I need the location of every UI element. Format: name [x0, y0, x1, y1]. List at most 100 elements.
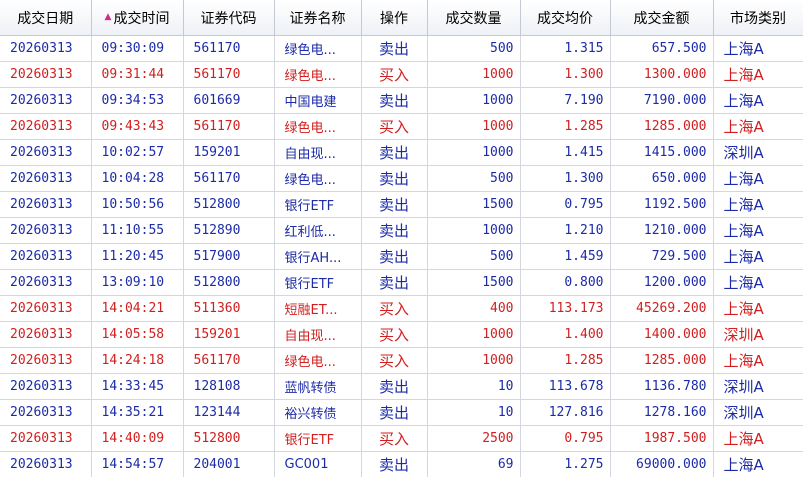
table-body: 20260313 09:30:09 561170 绿色电... 卖出 500 1… [0, 35, 803, 477]
cell-op: 卖出 [361, 165, 428, 192]
cell-code: 512800 [183, 191, 275, 218]
cell-market: 上海A [713, 347, 803, 374]
cell-code: 204001 [183, 451, 275, 477]
cell-market: 上海A [713, 217, 803, 244]
cell-op: 卖出 [361, 35, 428, 62]
header-row: 成交日期 ▲ 成交时间 证券代码 证券名称 操作 成交数量 成交均价 成交金额 市… [0, 0, 803, 36]
cell-code: 123144 [183, 399, 275, 426]
cell-amount: 657.500 [610, 35, 714, 62]
table-row[interactable]: 20260313 10:02:57 159201 自由现... 卖出 1000 … [0, 139, 803, 166]
column-header-qty[interactable]: 成交数量 [427, 0, 521, 36]
table-row[interactable]: 20260313 14:04:21 511360 短融ET... 买入 400 … [0, 295, 803, 322]
cell-date: 20260313 [0, 451, 92, 477]
cell-date: 20260313 [0, 295, 92, 322]
cell-time: 14:04:21 [91, 295, 184, 322]
cell-code: 601669 [183, 87, 275, 114]
cell-op: 买入 [361, 347, 428, 374]
cell-market: 上海A [713, 87, 803, 114]
cell-date: 20260313 [0, 35, 92, 62]
cell-code: 159201 [183, 321, 275, 348]
cell-code: 512800 [183, 425, 275, 452]
cell-price: 1.275 [520, 451, 611, 477]
cell-market: 上海A [713, 425, 803, 452]
column-header-market[interactable]: 市场类别 [713, 0, 803, 36]
table-row[interactable]: 20260313 09:30:09 561170 绿色电... 卖出 500 1… [0, 35, 803, 62]
table-row[interactable]: 20260313 14:24:18 561170 绿色电... 买入 1000 … [0, 347, 803, 374]
table-row[interactable]: 20260313 14:54:57 204001 GC001 卖出 69 1.2… [0, 451, 803, 477]
cell-name: 红利低... [274, 217, 362, 244]
cell-time: 09:34:53 [91, 87, 184, 114]
cell-op: 买入 [361, 113, 428, 140]
column-header-price[interactable]: 成交均价 [520, 0, 611, 36]
table-row[interactable]: 20260313 11:20:45 517900 银行AH... 卖出 500 … [0, 243, 803, 270]
cell-name: 中国电建 [274, 87, 362, 114]
cell-amount: 1200.000 [610, 269, 714, 296]
cell-price: 127.816 [520, 399, 611, 426]
cell-market: 深圳A [713, 139, 803, 166]
cell-market: 深圳A [713, 373, 803, 400]
column-header-name[interactable]: 证券名称 [274, 0, 362, 36]
table-row[interactable]: 20260313 09:34:53 601669 中国电建 卖出 1000 7.… [0, 87, 803, 114]
column-header-label: 操作 [380, 10, 408, 27]
cell-code: 512890 [183, 217, 275, 244]
table-row[interactable]: 20260313 09:43:43 561170 绿色电... 买入 1000 … [0, 113, 803, 140]
cell-qty: 1000 [427, 139, 521, 166]
cell-op: 买入 [361, 295, 428, 322]
cell-market: 上海A [713, 113, 803, 140]
cell-op: 卖出 [361, 217, 428, 244]
table-row[interactable]: 20260313 14:33:45 128108 蓝帆转债 卖出 10 113.… [0, 373, 803, 400]
cell-qty: 1500 [427, 191, 521, 218]
cell-op: 卖出 [361, 139, 428, 166]
table-row[interactable]: 20260313 09:31:44 561170 绿色电... 买入 1000 … [0, 61, 803, 88]
cell-market: 上海A [713, 61, 803, 88]
column-header-time[interactable]: ▲ 成交时间 [91, 0, 184, 36]
column-header-code[interactable]: 证券代码 [183, 0, 275, 36]
cell-time: 14:54:57 [91, 451, 184, 477]
column-header-amount[interactable]: 成交金额 [610, 0, 714, 36]
cell-date: 20260313 [0, 61, 92, 88]
cell-qty: 1000 [427, 113, 521, 140]
cell-name: 蓝帆转债 [274, 373, 362, 400]
table-row[interactable]: 20260313 14:40:09 512800 银行ETF 买入 2500 0… [0, 425, 803, 452]
cell-price: 1.400 [520, 321, 611, 348]
cell-date: 20260313 [0, 321, 92, 348]
column-header-label: 成交均价 [537, 10, 593, 27]
cell-amount: 1278.160 [610, 399, 714, 426]
table-row[interactable]: 20260313 13:09:10 512800 银行ETF 卖出 1500 0… [0, 269, 803, 296]
column-header-date[interactable]: 成交日期 [0, 0, 92, 36]
cell-name: 自由现... [274, 139, 362, 166]
cell-qty: 400 [427, 295, 521, 322]
cell-price: 1.210 [520, 217, 611, 244]
cell-date: 20260313 [0, 399, 92, 426]
cell-amount: 1285.000 [610, 113, 714, 140]
cell-price: 113.678 [520, 373, 611, 400]
cell-qty: 10 [427, 373, 521, 400]
cell-amount: 1300.000 [610, 61, 714, 88]
column-header-label: 证券名称 [289, 10, 346, 27]
column-header-op[interactable]: 操作 [361, 0, 428, 36]
table-row[interactable]: 20260313 14:05:58 159201 自由现... 买入 1000 … [0, 321, 803, 348]
cell-date: 20260313 [0, 113, 92, 140]
cell-market: 上海A [713, 269, 803, 296]
cell-qty: 69 [427, 451, 521, 477]
column-header-label: 成交数量 [445, 10, 502, 27]
cell-amount: 1987.500 [610, 425, 714, 452]
cell-op: 买入 [361, 61, 428, 88]
cell-time: 11:20:45 [91, 243, 184, 270]
cell-date: 20260313 [0, 191, 92, 218]
cell-market: 上海A [713, 191, 803, 218]
cell-op: 买入 [361, 321, 428, 348]
cell-qty: 1000 [427, 321, 521, 348]
table-row[interactable]: 20260313 14:35:21 123144 裕兴转债 卖出 10 127.… [0, 399, 803, 426]
cell-price: 1.300 [520, 165, 611, 192]
cell-code: 511360 [183, 295, 275, 322]
cell-amount: 650.000 [610, 165, 714, 192]
cell-time: 10:04:28 [91, 165, 184, 192]
table-row[interactable]: 20260313 10:04:28 561170 绿色电... 卖出 500 1… [0, 165, 803, 192]
cell-amount: 729.500 [610, 243, 714, 270]
table-row[interactable]: 20260313 10:50:56 512800 银行ETF 卖出 1500 0… [0, 191, 803, 218]
cell-price: 7.190 [520, 87, 611, 114]
cell-name: GC001 [274, 451, 362, 477]
table-row[interactable]: 20260313 11:10:55 512890 红利低... 卖出 1000 … [0, 217, 803, 244]
cell-price: 0.795 [520, 191, 611, 218]
